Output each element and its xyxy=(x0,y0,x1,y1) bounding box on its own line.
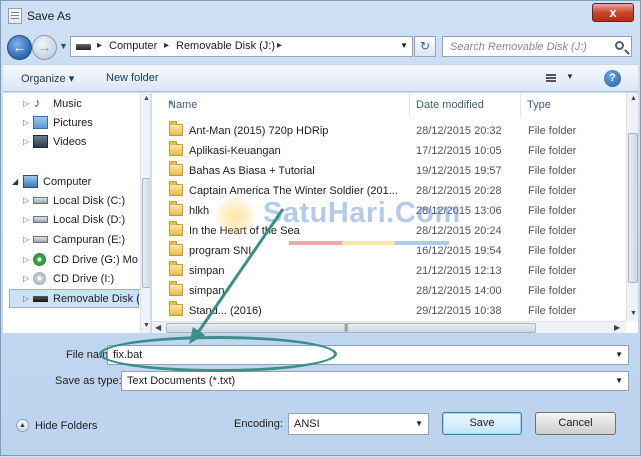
annotation-arrow-line xyxy=(195,208,285,335)
annotation-arrow xyxy=(189,208,285,344)
filename-callout-ellipse xyxy=(99,336,337,372)
save-as-dialog: Save As x ← → ▼ ▸ Computer ▸ Removable D… xyxy=(0,0,641,456)
